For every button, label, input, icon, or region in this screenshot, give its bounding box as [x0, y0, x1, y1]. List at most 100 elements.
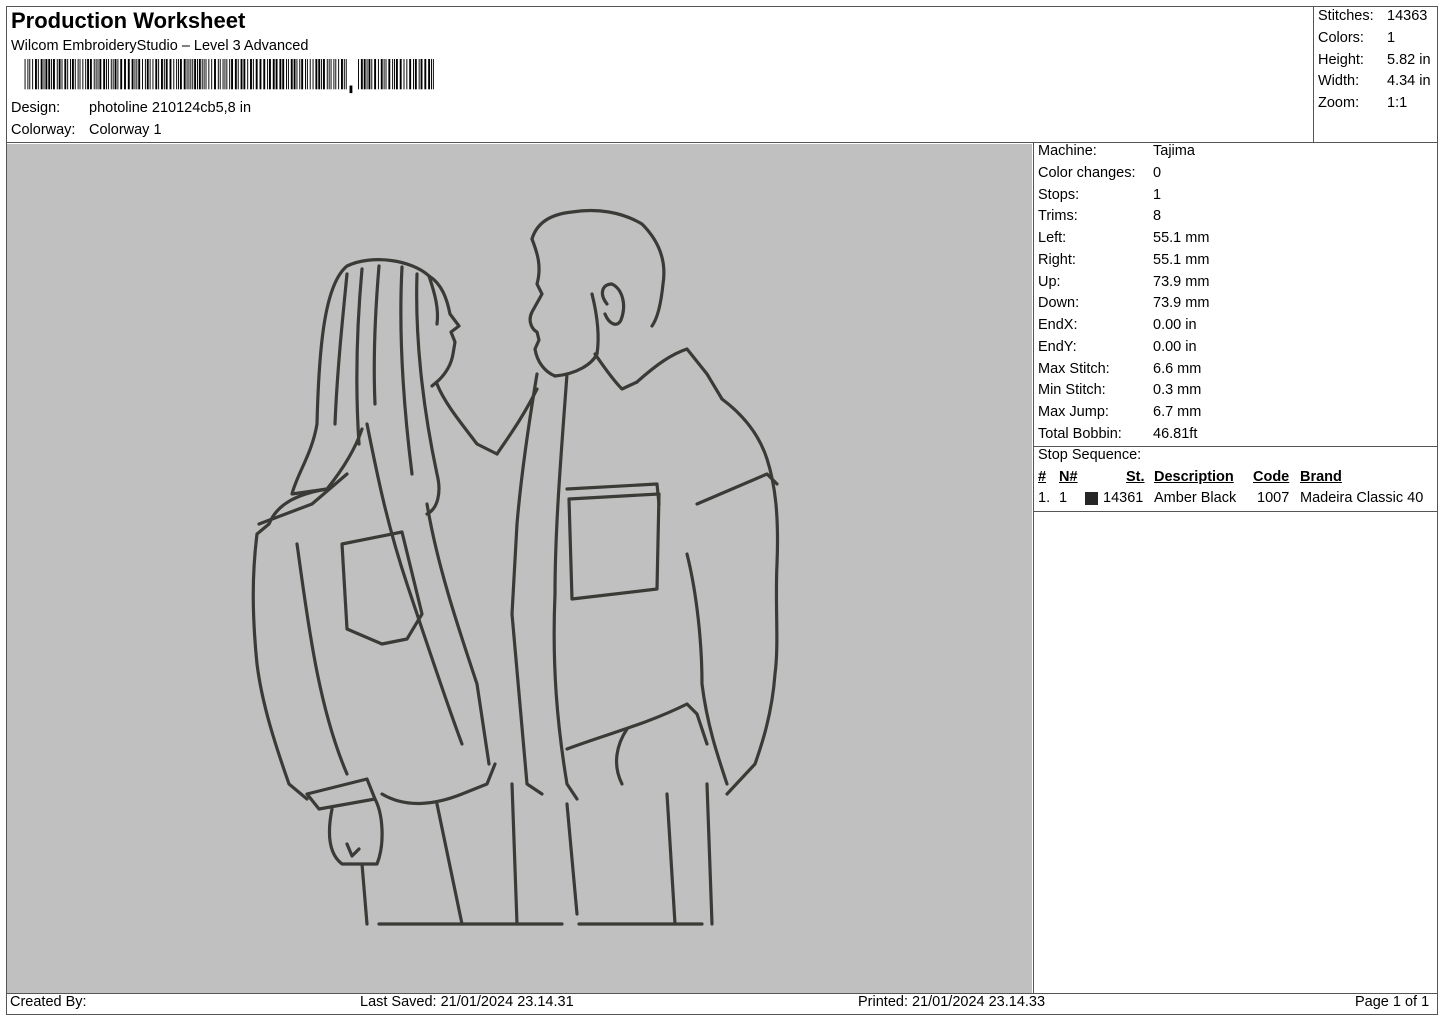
- woman-hair-strand: [355, 267, 364, 446]
- woman-hair-strand: [399, 265, 414, 476]
- barcode-bar: [392, 59, 394, 90]
- info-value: 0.3 mm: [1153, 382, 1202, 399]
- barcode-bar: [29, 59, 31, 90]
- barcode-bar: [58, 59, 61, 90]
- barcode-bar: [106, 59, 107, 90]
- barcode-bar: [293, 59, 296, 90]
- barcode-bar: [259, 59, 262, 90]
- barcode-bar: [395, 59, 398, 90]
- colorway-row: Colorway: Colorway 1: [11, 122, 162, 138]
- barcode-bar: [403, 59, 405, 90]
- stat-label: Zoom:: [1318, 95, 1360, 112]
- col-header-stitches: St.: [1126, 469, 1145, 485]
- barcode-bar: [296, 59, 298, 90]
- info-value: 8: [1153, 208, 1162, 225]
- barcode-bar: [67, 59, 69, 90]
- barcode-bar: [358, 59, 359, 90]
- barcode-bar: [77, 59, 79, 90]
- barcode-bar: [163, 59, 165, 90]
- stat-row: Zoom: 1:1: [1318, 93, 1431, 115]
- barcode-bar: [155, 59, 158, 90]
- barcode-bar: [99, 59, 102, 90]
- barcode-bar: [413, 59, 414, 90]
- barcode-bar: [142, 59, 143, 90]
- barcode-bar: [95, 59, 97, 90]
- barcode-bar: [299, 59, 301, 90]
- info-label: Down:: [1038, 295, 1080, 312]
- barcode-bar: [315, 59, 318, 90]
- barcode-bar: [309, 59, 311, 90]
- info-row: Up: 73.9 mm: [1038, 272, 1209, 294]
- barcode-bar: [272, 59, 275, 90]
- info-label: Trims:: [1038, 208, 1078, 225]
- barcode-bar: [224, 59, 226, 90]
- info-label: Up:: [1038, 273, 1061, 290]
- info-label: Left:: [1038, 230, 1067, 246]
- col-header-num: #: [1038, 469, 1047, 485]
- barcode-bar: [338, 59, 340, 90]
- barcode-bar: [335, 59, 337, 90]
- info-row: EndY: 0.00 in: [1038, 337, 1209, 359]
- barcode-bar: [321, 59, 323, 90]
- barcode-bar: [165, 59, 168, 90]
- stat-label: Stitches:: [1318, 8, 1374, 24]
- barcode-bar: [318, 59, 321, 90]
- design-label: Design:: [11, 100, 61, 116]
- barcode-bar: [107, 59, 109, 90]
- man-jacket-zipper: [552, 372, 579, 801]
- barcode-bar: [183, 59, 186, 90]
- barcode-bar: [301, 59, 304, 90]
- barcode-bar: [134, 59, 136, 90]
- barcode-bar: [186, 59, 188, 90]
- man-pocket-line: [665, 792, 677, 926]
- barcode-bar: [61, 59, 63, 90]
- barcode: [24, 59, 434, 94]
- barcode-bar: [82, 59, 84, 90]
- man-face-profile: [528, 237, 557, 378]
- barcode-bar: [290, 59, 293, 90]
- info-row: EndX: 0.00 in: [1038, 315, 1209, 337]
- barcode-bar: [53, 59, 55, 90]
- barcode-bar: [428, 59, 431, 90]
- barcode-bar: [71, 59, 74, 90]
- barcode-bar: [110, 59, 112, 90]
- barcode-bar: [40, 59, 43, 90]
- woman-cuff: [305, 777, 377, 811]
- barcode-bar: [211, 59, 213, 90]
- created-by: Created By:: [10, 994, 87, 1010]
- barcode-bar: [247, 59, 249, 90]
- design-stats: Stitches: 14363 Colors: 1 Height: 5.82 in W…: [1318, 6, 1431, 115]
- info-value: 0.00 in: [1153, 338, 1197, 355]
- barcode-bar: [27, 59, 29, 90]
- design-value: photoline 210124cb5,8 in: [89, 100, 252, 116]
- barcode-bar: [333, 59, 335, 90]
- col-header-description: Description: [1154, 469, 1234, 485]
- barcode-bar: [173, 59, 175, 90]
- stat-row: Height: 5.82 in: [1318, 50, 1431, 72]
- barcode-bar: [243, 59, 246, 90]
- stat-value: 4.34 in: [1387, 73, 1431, 90]
- barcode-bar: [203, 59, 205, 90]
- barcode-bar: [399, 59, 402, 90]
- stat-label: Height:: [1318, 51, 1364, 68]
- barcode-bar: [127, 59, 130, 90]
- barcode-bar: [385, 59, 387, 90]
- man-jacket-hem: [565, 702, 709, 751]
- colorway-value: Colorway 1: [89, 122, 162, 138]
- barcode-bar: [406, 59, 408, 90]
- info-row: Left: 55.1 mm: [1038, 228, 1209, 250]
- man-sleeve: [695, 472, 779, 506]
- info-label: Max Jump:: [1038, 404, 1109, 420]
- info-row: Color changes: 0: [1038, 163, 1209, 185]
- row-code: 1007: [1257, 490, 1290, 506]
- barcode-bar: [48, 59, 51, 90]
- barcode-bar: [279, 59, 282, 90]
- barcode-bar: [231, 59, 233, 90]
- col-header-code: Code: [1253, 469, 1290, 485]
- barcode-bar: [424, 59, 427, 90]
- barcode-bar: [229, 59, 231, 90]
- barcode-bar: [214, 59, 216, 90]
- stat-value: 5.82 in: [1387, 51, 1431, 68]
- barcode-bar: [169, 59, 172, 90]
- barcode-bar: [138, 59, 141, 90]
